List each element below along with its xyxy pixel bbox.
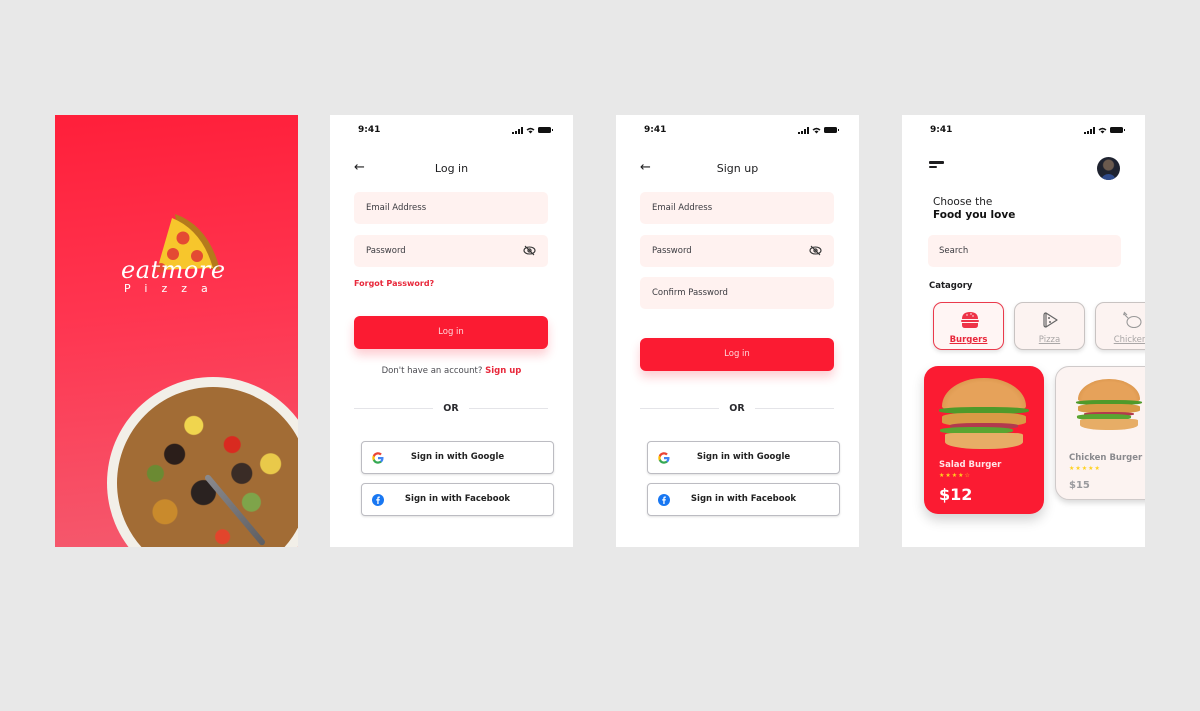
eye-off-icon[interactable] — [809, 245, 822, 256]
product-name: Chicken Burger — [1069, 453, 1143, 463]
category-pizza[interactable]: Pizza — [1014, 302, 1085, 350]
google-button-label: Sign in with Google — [410, 452, 505, 462]
status-bar: 9:41 — [930, 124, 1125, 136]
status-bar: 9:41 — [644, 124, 839, 136]
greeting-line-2: Food you love — [933, 209, 1016, 221]
product-price: $15 — [1069, 480, 1090, 491]
or-divider: OR — [354, 402, 548, 414]
status-time: 9:41 — [930, 125, 953, 135]
facebook-button-label: Sign in with Facebook — [404, 494, 511, 504]
email-field[interactable]: Email Address — [354, 192, 548, 224]
product-card-chicken-burger[interactable]: Chicken Burger ★★★★★ $15 — [1055, 366, 1145, 500]
password-placeholder: Password — [652, 246, 692, 256]
menu-icon[interactable] — [929, 161, 945, 169]
password-placeholder: Password — [366, 246, 406, 256]
email-field[interactable]: Email Address — [640, 192, 834, 224]
status-bar: 9:41 — [358, 124, 553, 136]
email-placeholder: Email Address — [366, 203, 427, 213]
login-screen: 9:41 ← Log in Email Address Password For… — [330, 115, 573, 547]
confirm-password-field[interactable]: Confirm Password — [640, 277, 834, 309]
or-label: OR — [729, 402, 745, 414]
category-label: Pizza — [1038, 335, 1061, 345]
product-name: Salad Burger — [939, 460, 1002, 470]
no-account-text: Don't have an account? Sign up — [330, 366, 573, 376]
product-price: $12 — [939, 485, 973, 504]
category-list: Burgers Pizza Chicken — [933, 302, 1145, 350]
search-placeholder: Search — [939, 246, 969, 256]
page-title: Log in — [434, 162, 469, 175]
facebook-icon — [372, 494, 384, 506]
eye-off-icon[interactable] — [523, 245, 536, 256]
no-account-label: Don't have an account? — [381, 366, 483, 376]
home-screen: 9:41 Choose the Food you love Search Cat… — [902, 115, 1145, 547]
signup-screen: 9:41 ← Sign up Email Address Password Co… — [616, 115, 859, 547]
category-label: Burgers — [949, 335, 988, 345]
chicken-icon — [1123, 311, 1142, 329]
sign-up-link[interactable]: Sign up — [485, 366, 521, 376]
signup-submit-button[interactable]: Log in — [640, 338, 834, 371]
facebook-icon — [658, 494, 670, 506]
password-field[interactable]: Password — [354, 235, 548, 267]
back-arrow-icon[interactable]: ← — [354, 161, 365, 175]
or-divider: OR — [640, 402, 834, 414]
battery-icon — [1110, 127, 1125, 133]
category-burgers[interactable]: Burgers — [933, 302, 1004, 350]
battery-icon — [824, 127, 839, 133]
status-time: 9:41 — [644, 125, 667, 135]
google-icon — [658, 452, 670, 464]
avatar[interactable] — [1097, 157, 1120, 180]
login-button[interactable]: Log in — [354, 316, 548, 349]
burger-image — [939, 378, 1029, 450]
wifi-icon — [812, 127, 821, 133]
food-plate-image — [107, 377, 298, 547]
burger-image — [1076, 379, 1142, 431]
status-time: 9:41 — [358, 125, 381, 135]
page-title: Sign up — [716, 162, 759, 175]
splash-screen: eatmore Pizza — [55, 115, 298, 547]
rating-stars: ★★★★☆ — [939, 472, 971, 479]
confirm-password-placeholder: Confirm Password — [652, 288, 728, 298]
burger-icon — [961, 312, 979, 328]
or-label: OR — [443, 402, 459, 414]
battery-icon — [538, 127, 553, 133]
signal-icon — [1084, 126, 1095, 134]
wifi-icon — [1098, 127, 1107, 133]
google-signin-button[interactable]: Sign in with Google — [647, 441, 840, 474]
signal-icon — [512, 126, 523, 134]
facebook-signin-button[interactable]: Sign in with Facebook — [647, 483, 840, 516]
category-chicken[interactable]: Chicken — [1095, 302, 1145, 350]
google-icon — [372, 452, 384, 464]
brand-name: eatmore — [121, 256, 226, 284]
email-placeholder: Email Address — [652, 203, 713, 213]
pizza-icon — [1043, 312, 1058, 328]
back-arrow-icon[interactable]: ← — [640, 161, 651, 175]
category-label: Chicken — [1113, 335, 1145, 345]
facebook-button-label: Sign in with Facebook — [690, 494, 797, 504]
greeting-line-1: Choose the — [933, 196, 993, 208]
product-card-salad-burger[interactable]: Salad Burger ★★★★☆ $12 — [924, 366, 1044, 514]
salad-food — [117, 387, 298, 547]
signal-icon — [798, 126, 809, 134]
wifi-icon — [526, 127, 535, 133]
facebook-signin-button[interactable]: Sign in with Facebook — [361, 483, 554, 516]
password-field[interactable]: Password — [640, 235, 834, 267]
forgot-password-link[interactable]: Forgot Password? — [354, 279, 434, 288]
google-signin-button[interactable]: Sign in with Google — [361, 441, 554, 474]
category-heading: Catagory — [929, 281, 973, 291]
search-input[interactable]: Search — [928, 235, 1121, 267]
rating-stars: ★★★★★ — [1069, 465, 1101, 472]
brand-subtitle: Pizza — [124, 282, 222, 295]
google-button-label: Sign in with Google — [696, 452, 791, 462]
